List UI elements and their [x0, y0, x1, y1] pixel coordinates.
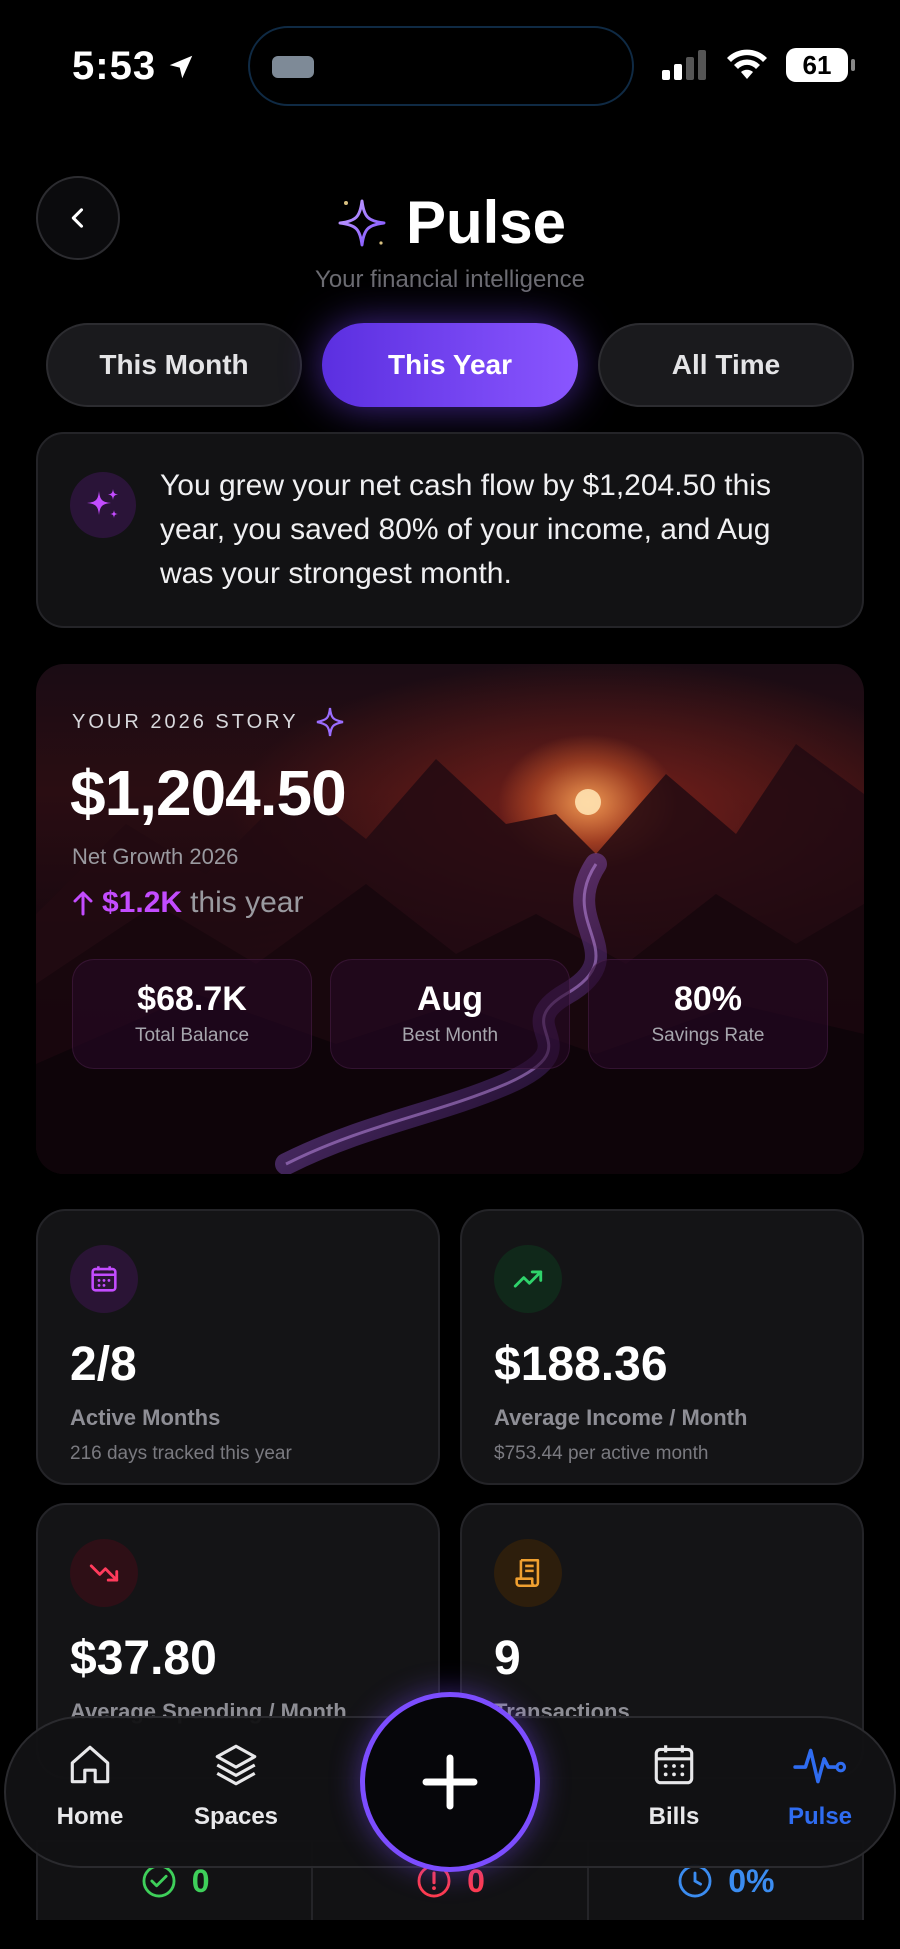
- battery-level: 61: [802, 49, 832, 80]
- insight-card: You grew your net cash flow by $1,204.50…: [36, 432, 864, 628]
- summary-value: 0%: [728, 1862, 775, 1899]
- nav-label: Pulse: [787, 1803, 853, 1830]
- page-header: Pulse: [0, 188, 900, 257]
- page-subtitle: Your financial intelligence: [315, 266, 585, 293]
- story-card: YOUR 2026 STORY $1,204.50 Net Growth 202…: [36, 664, 864, 1174]
- metric-value: 2/8: [70, 1338, 137, 1391]
- add-button[interactable]: [360, 1692, 540, 1872]
- metric-value: $188.36: [494, 1338, 668, 1391]
- sparkle-icon: [338, 199, 386, 246]
- stat-total-balance: $68.7K Total Balance: [72, 959, 312, 1069]
- stat-label: Savings Rate: [651, 1025, 765, 1046]
- metric-value: $37.80: [70, 1632, 217, 1685]
- metric-label: Active Months: [70, 1405, 221, 1430]
- plus-icon: [422, 1754, 478, 1810]
- cellular-signal-icon: [662, 50, 706, 80]
- tab-this-month[interactable]: This Month: [46, 323, 302, 407]
- nav-label: Spaces: [193, 1803, 279, 1830]
- layers-icon: [215, 1744, 257, 1786]
- battery-icon: 61: [786, 48, 855, 82]
- status-bar: 5:53 61: [0, 0, 900, 130]
- sparkle-icon: [316, 707, 343, 737]
- receipt-icon: [494, 1539, 562, 1607]
- calendar-icon: [654, 1745, 694, 1785]
- story-subtitle: Net Growth 2026: [72, 844, 239, 869]
- pulse-icon: [793, 1748, 847, 1784]
- trend-value: $1.2K: [102, 886, 183, 919]
- status-indicators: 61: [662, 48, 855, 82]
- story-amount: $1,204.50: [70, 757, 347, 829]
- wifi-icon: [727, 49, 767, 79]
- nav-label: Bills: [648, 1803, 700, 1830]
- stat-best-month: Aug Best Month: [330, 959, 570, 1069]
- island-pill-icon: [272, 56, 314, 78]
- trending-up-icon: [494, 1245, 562, 1313]
- nav-item-pulse[interactable]: Pulse: [750, 1740, 890, 1831]
- dynamic-island: [248, 26, 634, 106]
- stat-value: 80%: [673, 980, 743, 1018]
- metric-subtext: $753.44 per active month: [494, 1443, 709, 1464]
- nav-item-spaces[interactable]: Spaces: [166, 1740, 306, 1831]
- metric-card-active-months[interactable]: 2/8 Active Months 216 days tracked this …: [36, 1209, 440, 1485]
- arrow-up-icon: [73, 891, 93, 916]
- story-label: YOUR 2026 STORY: [72, 706, 345, 738]
- status-time-label: 5:53: [72, 44, 157, 88]
- location-arrow-icon: [169, 55, 193, 78]
- story-trend: $1.2K this year: [72, 886, 303, 920]
- home-icon: [70, 1745, 110, 1784]
- stat-value: Aug: [416, 980, 484, 1018]
- metric-subtext: 216 days tracked this year: [70, 1443, 292, 1464]
- sparkles-icon: [70, 472, 136, 538]
- nav-item-home[interactable]: Home: [20, 1740, 160, 1831]
- stat-savings-rate: 80% Savings Rate: [588, 959, 828, 1069]
- metric-value: 9: [494, 1632, 521, 1685]
- calendar-icon: [70, 1245, 138, 1313]
- metric-label: Average Income / Month: [494, 1405, 748, 1430]
- trend-period: this year: [190, 886, 304, 919]
- stat-label: Total Balance: [134, 1025, 250, 1046]
- tab-all-time[interactable]: All Time: [598, 323, 854, 407]
- stat-value: $68.7K: [137, 980, 247, 1018]
- nav-label: Home: [56, 1803, 124, 1830]
- metric-card-average-income[interactable]: $188.36 Average Income / Month $753.44 p…: [460, 1209, 864, 1485]
- tab-this-year[interactable]: This Year: [322, 323, 578, 407]
- story-label-text: YOUR 2026 STORY: [72, 710, 299, 733]
- page-title: Pulse: [405, 189, 567, 256]
- trending-down-icon: [70, 1539, 138, 1607]
- insight-text: You grew your net cash flow by $1,204.50…: [160, 469, 771, 590]
- nav-item-bills[interactable]: Bills: [604, 1740, 744, 1831]
- stat-label: Best Month: [401, 1025, 499, 1046]
- status-time: 5:53: [72, 44, 196, 89]
- summary-value: 0: [191, 1862, 210, 1899]
